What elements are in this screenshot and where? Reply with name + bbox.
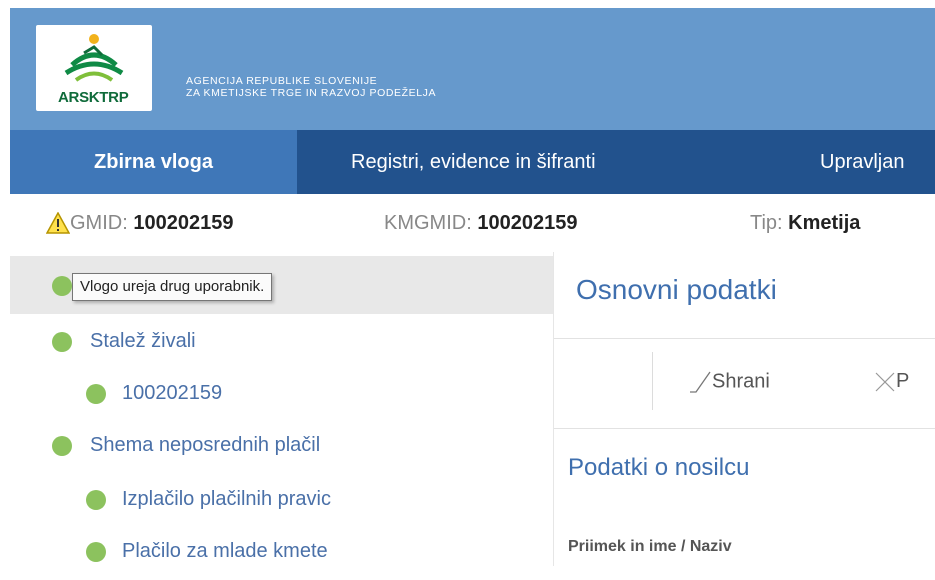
- status-dot-icon: [86, 490, 106, 510]
- logo-text: ARSKTRP: [58, 89, 129, 106]
- divider: [554, 428, 935, 429]
- main-nav: Zbirna vloga Registri, evidence in šifra…: [10, 130, 935, 194]
- top-gap: [0, 0, 935, 8]
- agency-logo[interactable]: ARSKTRP: [36, 25, 152, 111]
- tip-label: Tip:: [750, 212, 783, 234]
- cancel-label: P: [896, 370, 910, 392]
- agency-name: AGENCIJA REPUBLIKE SLOVENIJE ZA KMETIJSK…: [186, 75, 436, 99]
- status-dot-icon: [52, 436, 72, 456]
- agency-line2: ZA KMETIJSKE TRGE IN RAZVOJ PODEŽELJA: [186, 87, 437, 99]
- close-icon: [875, 372, 895, 392]
- info-bar: GMID: 100202159 KMGMID: 100202159 Tip: K…: [10, 194, 935, 252]
- field-label-name: Priimek in ime / Naziv: [568, 538, 732, 555]
- status-dot-icon: [52, 332, 72, 352]
- save-button[interactable]: Shrani: [688, 370, 770, 394]
- app-header: ARSKTRP AGENCIJA REPUBLIKE SLOVENIJE ZA …: [10, 8, 935, 130]
- warning-icon[interactable]: [46, 212, 70, 234]
- tree-item-placilo-za-mlade-kmete[interactable]: Plačilo za mlade kmete: [10, 522, 553, 580]
- tip-value: Kmetija: [788, 212, 861, 234]
- status-dot-icon: [86, 542, 106, 562]
- divider: [554, 338, 935, 339]
- gmid-label: GMID:: [70, 212, 128, 234]
- tooltip: Vlogo ureja drug uporabnik.: [72, 273, 273, 301]
- tree-item-label: 100202159: [122, 382, 223, 404]
- nav-item-upravljanje[interactable]: Upravljan: [820, 130, 904, 194]
- tree-item-label: Plačilo za mlade kmete: [122, 540, 328, 562]
- status-dot-icon: [86, 384, 106, 404]
- kmgmid-group: KMGMID: 100202159: [384, 194, 577, 252]
- nav-item-zbirna-vloga[interactable]: Zbirna vloga: [10, 130, 297, 194]
- tree-item-stalez-zivali[interactable]: Stalež živali: [10, 312, 553, 370]
- kmgmid-value: 100202159: [477, 212, 578, 234]
- agency-line1: AGENCIJA REPUBLIKE SLOVENIJE: [186, 75, 378, 87]
- main-panel: Osnovni podatki Shrani P Podatki o nosil…: [554, 252, 935, 566]
- tree-item-label: Stalež živali: [90, 330, 196, 352]
- gmid-value: 100202159: [133, 212, 234, 234]
- tree-item-label: Izplačilo plačilnih pravic: [122, 488, 331, 510]
- toolbar-divider: [652, 352, 653, 410]
- page-title: Osnovni podatki: [576, 274, 777, 305]
- tree-item-shema-neposrednih-placil[interactable]: Shema neposrednih plačil: [10, 416, 553, 474]
- tree-item-izplacilo-placilnih-pravic[interactable]: Izplačilo plačilnih pravic: [10, 470, 553, 528]
- tree-item-label: Shema neposrednih plačil: [90, 434, 321, 456]
- cancel-button[interactable]: P: [874, 370, 909, 393]
- nav-item-registri[interactable]: Registri, evidence in šifranti: [351, 130, 596, 194]
- tree-item-100202159[interactable]: 100202159: [10, 364, 553, 422]
- status-dot-icon: [52, 276, 72, 296]
- section-title: Podatki o nosilcu: [568, 454, 750, 481]
- kmgmid-label: KMGMID:: [384, 212, 472, 234]
- save-label: Shrani: [712, 370, 770, 393]
- tip-group: Tip: Kmetija: [750, 194, 860, 252]
- checkmark-icon: [690, 371, 711, 393]
